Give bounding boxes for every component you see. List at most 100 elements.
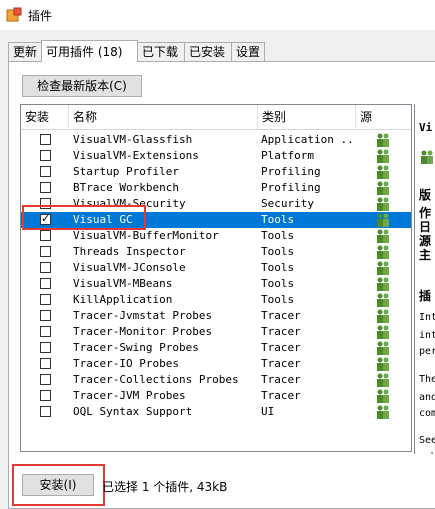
details-text: 主 xyxy=(419,248,432,262)
title-bar: 插件 xyxy=(0,0,435,30)
install-checkbox[interactable] xyxy=(40,390,51,401)
plugin-name: Tracer-Swing Probes xyxy=(73,341,199,354)
plugin-category: Profiling xyxy=(261,181,321,194)
install-checkbox[interactable] xyxy=(40,134,51,145)
plugin-category: Application ... xyxy=(261,133,355,146)
install-checkbox[interactable] xyxy=(40,406,51,417)
community-users-icon xyxy=(375,165,391,179)
table-row[interactable]: Tracer-JVM Probes Tracer xyxy=(21,388,411,404)
details-text: See xyxy=(419,435,435,446)
tab-updates[interactable]: 更新 xyxy=(8,42,42,61)
install-checkbox[interactable] xyxy=(40,166,51,177)
plugin-name: VisualVM-Security xyxy=(73,197,186,210)
table-row[interactable]: BTrace Workbench Profiling xyxy=(21,180,411,196)
table-row[interactable]: KillApplication Tools xyxy=(21,292,411,308)
table-row[interactable]: Tracer-Collections Probes Tracer xyxy=(21,372,411,388)
plugin-name: Tracer-Monitor Probes xyxy=(73,325,213,338)
table-row[interactable]: Tracer-Jvmstat Probes Tracer xyxy=(21,308,411,324)
plugin-table: 安装 名称 类别 源 VisualVM-Glassfish Application… xyxy=(20,104,412,452)
install-checkbox[interactable] xyxy=(40,342,51,353)
column-header-name[interactable]: 名称 xyxy=(69,105,258,129)
install-checkbox[interactable] xyxy=(40,278,51,289)
tab-installed[interactable]: 已安装 xyxy=(184,42,232,61)
plugin-name: Tracer-Jvmstat Probes xyxy=(73,309,213,322)
install-checkbox[interactable] xyxy=(40,198,51,209)
tab-downloaded[interactable]: 已下载 xyxy=(137,42,185,61)
table-header: 安装 名称 类别 源 xyxy=(21,105,411,130)
install-checkbox[interactable] xyxy=(40,230,51,241)
plugin-name: Tracer-Collections Probes xyxy=(73,373,239,386)
column-header-install[interactable]: 安装 xyxy=(21,105,69,129)
details-text: 插 xyxy=(419,289,432,303)
community-users-icon xyxy=(375,357,391,371)
details-text[interactable]: - V xyxy=(419,451,435,454)
plugin-category: Tools xyxy=(261,213,295,226)
table-row[interactable]: Threads Inspector Tools xyxy=(21,244,411,260)
install-checkbox[interactable] xyxy=(40,374,51,385)
plugin-name: Tracer-JVM Probes xyxy=(73,389,186,402)
table-row[interactable]: Tracer-Swing Probes Tracer xyxy=(21,340,411,356)
plugin-name: Visual GC xyxy=(73,213,133,226)
install-checkbox[interactable] xyxy=(40,358,51,369)
install-checkbox[interactable] xyxy=(40,262,51,273)
plugin-app-icon xyxy=(6,7,22,22)
community-users-icon xyxy=(375,277,391,291)
plugin-name: VisualVM-JConsole xyxy=(73,261,186,274)
community-users-icon xyxy=(375,389,391,403)
tab-bar: 更新 可用插件 (18) 已下载 已安装 设置 xyxy=(8,40,435,62)
plugin-category: Tools xyxy=(261,277,295,290)
table-row[interactable]: OQL Syntax Support UI xyxy=(21,404,411,420)
community-users-icon xyxy=(375,293,391,307)
plugin-name: Threads Inspector xyxy=(73,245,186,258)
plugin-category: Tools xyxy=(261,229,295,242)
table-row[interactable]: VisualVM-BufferMonitor Tools xyxy=(21,228,411,244)
community-users-icon xyxy=(375,149,391,163)
check-latest-version-button[interactable]: 检查最新版本(C) xyxy=(22,75,142,97)
table-row[interactable]: Tracer-IO Probes Tracer xyxy=(21,356,411,372)
plugin-category: Security xyxy=(261,197,314,210)
install-checkbox[interactable] xyxy=(40,294,51,305)
install-checkbox[interactable] xyxy=(40,310,51,321)
install-checkbox[interactable] xyxy=(40,246,51,257)
table-row[interactable]: Startup Profiler Profiling xyxy=(21,164,411,180)
table-row[interactable]: Visual GC Tools xyxy=(21,212,411,228)
details-text: and xyxy=(419,392,435,403)
plugin-category: Tools xyxy=(261,261,295,274)
community-users-icon xyxy=(375,197,391,211)
table-row[interactable]: VisualVM-Security Security xyxy=(21,196,411,212)
tab-settings[interactable]: 设置 xyxy=(231,42,265,61)
details-text: per xyxy=(419,346,435,357)
community-users-icon xyxy=(375,133,391,147)
plugin-category: Tracer xyxy=(261,357,301,370)
table-row[interactable]: VisualVM-JConsole Tools xyxy=(21,260,411,276)
plugin-category: Platform xyxy=(261,149,314,162)
community-users-icon xyxy=(375,373,391,387)
table-row[interactable]: Tracer-Monitor Probes Tracer xyxy=(21,324,411,340)
details-text: The xyxy=(419,374,435,385)
plugin-details-panel: Vi 版作日源主插IntintperTheandcomSee- V xyxy=(414,104,435,454)
table-row[interactable]: VisualVM-MBeans Tools xyxy=(21,276,411,292)
plugin-name: OQL Syntax Support xyxy=(73,405,193,418)
plugin-category: Tracer xyxy=(261,373,301,386)
plugin-category: UI xyxy=(261,405,275,418)
install-checkbox[interactable] xyxy=(40,150,51,161)
plugin-name: VisualVM-BufferMonitor xyxy=(73,229,219,242)
details-title: Vi xyxy=(419,121,433,134)
window-title: 插件 xyxy=(28,9,53,23)
table-row[interactable]: VisualVM-Extensions Platform xyxy=(21,148,411,164)
community-users-icon xyxy=(375,181,391,195)
column-header-category[interactable]: 类别 xyxy=(258,105,356,129)
install-button[interactable]: 安装(I) xyxy=(22,474,94,496)
table-row[interactable]: VisualVM-Glassfish Application ... xyxy=(21,132,411,148)
community-users-icon xyxy=(375,245,391,259)
details-text: 版 xyxy=(419,188,432,202)
community-users-icon xyxy=(421,150,433,164)
tab-available-plugins[interactable]: 可用插件 (18) xyxy=(41,40,138,62)
install-checkbox[interactable] xyxy=(40,182,51,193)
plugin-name: Tracer-IO Probes xyxy=(73,357,179,370)
community-users-icon xyxy=(375,261,391,275)
column-header-source[interactable]: 源 xyxy=(356,105,411,129)
install-checkbox[interactable] xyxy=(40,212,51,225)
plugin-category: Tracer xyxy=(261,325,301,338)
install-checkbox[interactable] xyxy=(40,326,51,337)
